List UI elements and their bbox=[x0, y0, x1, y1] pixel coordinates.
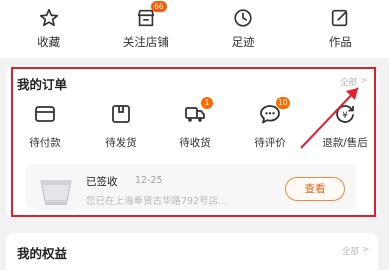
pending-review-label: 待评价 bbox=[254, 137, 286, 149]
recent-order-date: 12-25 bbox=[135, 175, 163, 186]
wallet-icon bbox=[35, 106, 55, 122]
footprints-label: 足迹 bbox=[231, 35, 255, 49]
my-rights-title: 我的权益 bbox=[17, 246, 68, 261]
order-status-row: 待付款 待发货 1 待收货 10 待评价 ¥ 退款/售后 bbox=[14, 97, 376, 156]
works-label: 作品 bbox=[328, 35, 352, 49]
pending-receipt-badge: 1 bbox=[201, 97, 213, 109]
followed-shops-shortcut[interactable]: 66 关注店铺 bbox=[97, 0, 194, 58]
product-thumbnail bbox=[36, 170, 76, 210]
star-icon bbox=[39, 8, 58, 27]
pending-review-badge: 10 bbox=[276, 97, 290, 109]
top-shortcuts-row: 收藏 66 关注店铺 足迹 作品 bbox=[0, 0, 389, 58]
works-shortcut[interactable]: 作品 bbox=[292, 0, 389, 58]
view-order-button[interactable]: 查看 bbox=[285, 177, 345, 201]
pending-receipt-label: 待收货 bbox=[179, 137, 211, 149]
orders-view-all-link[interactable]: 全部 bbox=[340, 76, 357, 88]
favorites-shortcut[interactable]: 收藏 bbox=[0, 0, 97, 58]
chevron-right-icon: > bbox=[360, 76, 368, 86]
package-icon bbox=[112, 105, 130, 123]
followed-shops-badge: 66 bbox=[150, 1, 167, 12]
refund-aftersale-label: 退款/售后 bbox=[322, 137, 368, 149]
my-orders-title: 我的订单 bbox=[17, 77, 68, 92]
clock-icon bbox=[234, 9, 252, 27]
svg-text:¥: ¥ bbox=[342, 111, 348, 121]
favorites-label: 收藏 bbox=[37, 35, 61, 49]
recent-order-status: 已签收 bbox=[86, 176, 118, 188]
edit-note-icon bbox=[332, 9, 348, 27]
recent-order-description: 您已在上海奉贤古华路792号店... bbox=[86, 196, 228, 207]
footprints-shortcut[interactable]: 足迹 bbox=[195, 0, 292, 58]
rights-view-all-link[interactable]: 全部 bbox=[342, 245, 359, 257]
pending-payment-label: 待付款 bbox=[29, 137, 61, 149]
refund-icon: ¥ bbox=[336, 105, 354, 123]
chevron-right-icon: > bbox=[362, 245, 370, 255]
followed-shops-label: 关注店铺 bbox=[122, 35, 169, 49]
pending-shipment-label: 待发货 bbox=[105, 137, 137, 149]
